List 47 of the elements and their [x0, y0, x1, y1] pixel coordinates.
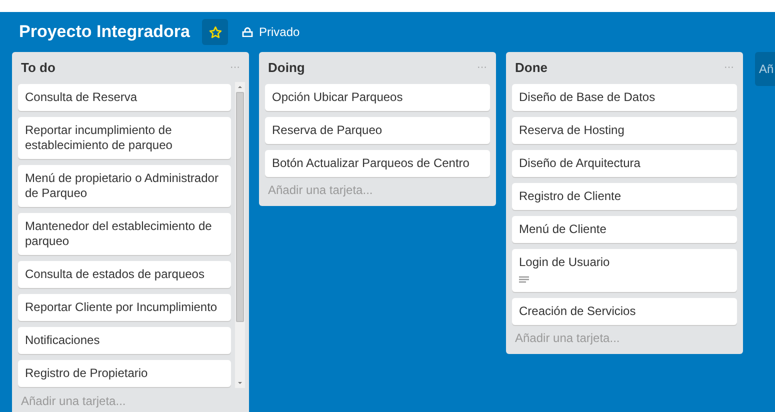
card-title: Creación de Servicios [519, 304, 637, 318]
card-title: Reserva de Hosting [519, 122, 626, 138]
list-title[interactable]: Done [515, 58, 548, 78]
card[interactable]: Opción Ubicar Parqueos [265, 84, 490, 110]
card-title: Notificaciones [25, 332, 101, 348]
card[interactable]: Mantenedor del establecimiento de parqueo [18, 212, 231, 254]
card[interactable]: Diseño de Arquitectura [512, 150, 737, 176]
card-title: Mantenedor del establecimiento de parqueo [25, 218, 213, 248]
list-title[interactable]: Doing [268, 58, 305, 78]
visibility-button[interactable]: Privado [236, 19, 306, 45]
card[interactable]: Diseño de Base de Datos [512, 84, 737, 110]
card-title: Botón Actualizar Parqueos de Centro [272, 156, 470, 170]
description-icon [519, 276, 529, 284]
card-title: Consulta de Reserva [25, 90, 138, 104]
card[interactable]: Registro de Cliente [512, 182, 737, 210]
card-title: Diseño de Base de Datos [519, 90, 656, 104]
card[interactable]: Consulta de estados de parqueos [18, 260, 231, 288]
card-title: Consulta de estados de parqueos [25, 266, 206, 282]
card-title: Reportar incumplimiento de establecimiento de parqueo [25, 122, 174, 152]
scrollbar[interactable] [235, 82, 245, 388]
card[interactable]: Creación de Servicios [512, 298, 737, 324]
card[interactable]: Login de Usuario [512, 248, 737, 292]
card[interactable]: Reportar Cliente por Incumplimiento [18, 294, 231, 320]
star-button[interactable] [202, 19, 228, 45]
card[interactable]: Registro de Propietario [18, 360, 231, 386]
card-title: Reportar Cliente por Incumplimiento [25, 300, 218, 314]
card[interactable]: Reportar incumplimiento de establecimiento de parqueo [18, 116, 231, 158]
card[interactable]: Consulta de Reserva [18, 84, 231, 110]
card-title: Reserva de Parqueo [272, 122, 384, 138]
board-title[interactable]: Proyecto Integradora [19, 19, 190, 45]
card-title: Registro de Cliente [519, 188, 622, 204]
card[interactable]: Menú de Cliente [512, 216, 737, 242]
card[interactable]: Reserva de Parqueo [265, 116, 490, 144]
card-title: Login de Usuario [519, 254, 611, 270]
star-icon [208, 26, 222, 38]
card-title: Opción Ubicar Parqueos [272, 90, 404, 104]
card-title: Menú de propietario o Administrador de Parqueo [25, 170, 220, 200]
card[interactable]: Notificaciones [18, 326, 231, 354]
card[interactable]: Reserva de Hosting [512, 116, 737, 144]
card-title: Menú de Cliente [519, 222, 608, 236]
card[interactable]: Menú de propietario o Administrador de Parqueo [18, 164, 231, 206]
card-title: Registro de Propietario [25, 366, 149, 380]
card-title: Diseño de Arquitectura [519, 156, 642, 170]
list-title[interactable]: To do [21, 58, 56, 78]
card[interactable]: Botón Actualizar Parqueos de Centro [265, 150, 490, 176]
lock-icon [242, 27, 253, 37]
add-list-button[interactable]: Añ [755, 52, 775, 86]
